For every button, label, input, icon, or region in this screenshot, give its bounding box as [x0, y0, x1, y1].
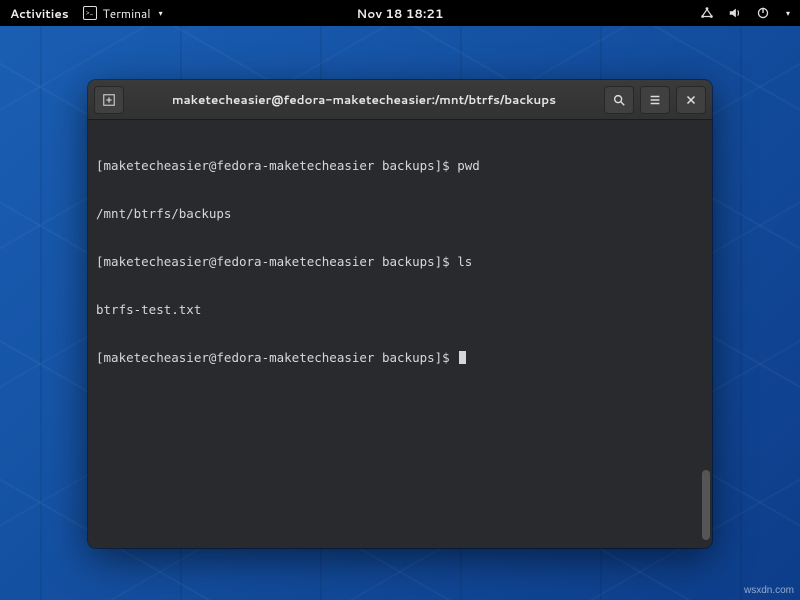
terminal-line: [maketecheasier@fedora-maketecheasier ba… [96, 158, 704, 174]
scrollbar[interactable] [702, 124, 710, 544]
system-menu-chevron-icon[interactable]: ▾ [786, 7, 790, 19]
terminal-output[interactable]: [maketecheasier@fedora-maketecheasier ba… [88, 120, 712, 548]
scrollbar-thumb[interactable] [702, 470, 710, 540]
panel-clock[interactable]: Nov 18 18:21 [357, 5, 444, 22]
window-titlebar[interactable]: maketecheasier@fedora-maketecheasier:/mn… [88, 80, 712, 120]
activities-button[interactable]: Activities [10, 5, 69, 22]
search-button[interactable] [604, 86, 634, 114]
terminal-window: maketecheasier@fedora-maketecheasier:/mn… [88, 80, 712, 548]
chevron-down-icon: ▾ [159, 7, 163, 19]
new-tab-button[interactable] [94, 86, 124, 114]
terminal-line: btrfs-test.txt [96, 302, 704, 318]
terminal-line: [maketecheasier@fedora-maketecheasier ba… [96, 254, 704, 270]
volume-icon[interactable] [728, 6, 742, 20]
terminal-icon [83, 6, 97, 20]
menu-button[interactable] [640, 86, 670, 114]
cursor [459, 351, 466, 364]
app-menu[interactable]: Terminal ▾ [83, 5, 163, 22]
app-menu-label: Terminal [103, 5, 151, 22]
top-panel: Activities Terminal ▾ Nov 18 18:21 ▾ [0, 0, 800, 26]
watermark: wsxdn.com [744, 585, 794, 596]
window-title: maketecheasier@fedora-maketecheasier:/mn… [130, 91, 598, 108]
terminal-line: /mnt/btrfs/backups [96, 206, 704, 222]
network-icon[interactable] [700, 6, 714, 20]
close-button[interactable] [676, 86, 706, 114]
terminal-line: [maketecheasier@fedora-maketecheasier ba… [96, 350, 704, 366]
power-icon[interactable] [756, 6, 770, 20]
